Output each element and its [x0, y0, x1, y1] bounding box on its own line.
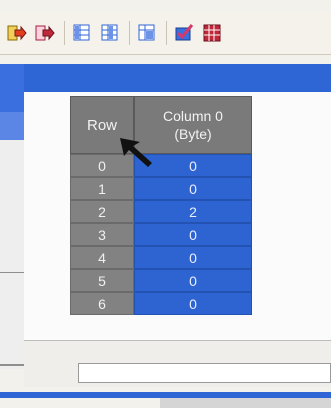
insert-column-icon[interactable]: [71, 22, 93, 44]
table-row[interactable]: 60: [70, 292, 258, 315]
edit-check-icon[interactable]: [173, 22, 195, 44]
row-index-cell[interactable]: 1: [70, 177, 134, 200]
value-cell[interactable]: 0: [134, 246, 252, 269]
row-index-cell[interactable]: 3: [70, 223, 134, 246]
divider: [0, 272, 24, 273]
table-row[interactable]: 40: [70, 246, 258, 269]
left-pane-highlight: [0, 112, 24, 140]
table-row[interactable]: 50: [70, 269, 258, 292]
table-row[interactable]: 22: [70, 200, 258, 223]
toolbar-separator: [129, 21, 130, 45]
value-cell[interactable]: 2: [134, 200, 252, 223]
grid-color-icon[interactable]: [201, 22, 223, 44]
column-properties-icon[interactable]: [136, 22, 158, 44]
left-pane: [0, 64, 25, 369]
divider: [0, 364, 24, 366]
column-header-type: (Byte): [174, 126, 212, 142]
row-index-cell[interactable]: 5: [70, 269, 134, 292]
column-header-name: Column 0: [163, 108, 223, 124]
delete-column-icon[interactable]: [99, 22, 121, 44]
toolbar: [0, 12, 331, 55]
export-arrow-icon[interactable]: [34, 22, 56, 44]
table-row[interactable]: 00: [70, 154, 258, 177]
table-row[interactable]: 30: [70, 223, 258, 246]
scroll-area: [160, 398, 331, 408]
value-cell[interactable]: 0: [134, 269, 252, 292]
bottom-panel: [24, 340, 331, 387]
toolbar-separator: [64, 21, 65, 45]
grid-header: Row Column 0 (Byte): [70, 96, 258, 154]
value-cell[interactable]: 0: [134, 177, 252, 200]
data-grid: Row Column 0 (Byte) 00102230405060: [70, 96, 258, 315]
status-field[interactable]: [78, 363, 331, 383]
mouse-cursor-icon: [120, 138, 152, 167]
value-cell[interactable]: 0: [134, 223, 252, 246]
row-index-cell[interactable]: 4: [70, 246, 134, 269]
toolbar-separator: [166, 21, 167, 45]
table-row[interactable]: 10: [70, 177, 258, 200]
value-cell[interactable]: 0: [134, 292, 252, 315]
row-index-cell[interactable]: 6: [70, 292, 134, 315]
panel-title-bar: [24, 64, 331, 92]
grid-panel: Row Column 0 (Byte) 00102230405060: [24, 92, 331, 340]
left-pane-selection: [0, 64, 24, 112]
row-index-cell[interactable]: 2: [70, 200, 134, 223]
import-arrow-icon[interactable]: [6, 22, 28, 44]
